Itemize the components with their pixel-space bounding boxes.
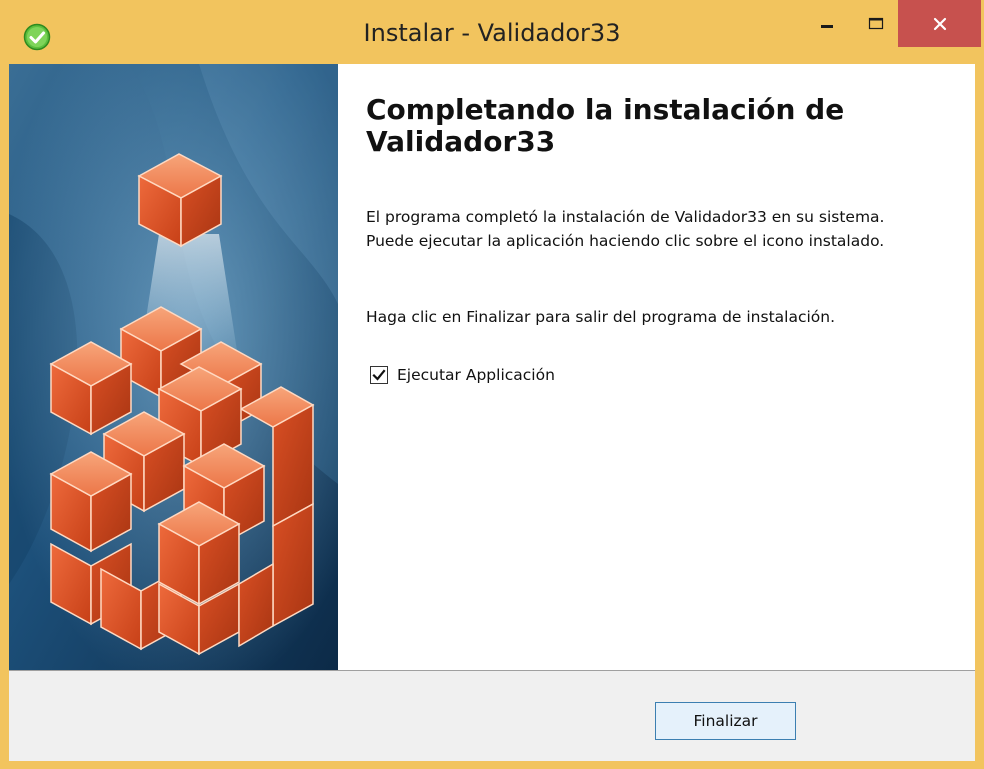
maximize-icon: [868, 17, 884, 29]
cube-banner-image: [9, 64, 338, 670]
close-icon: [933, 17, 946, 30]
page-heading: Completando la instalación de Validador3…: [366, 93, 845, 158]
checkbox-label: Ejecutar Applicación: [397, 366, 555, 384]
wizard-body: Completando la instalación de Validador3…: [9, 64, 975, 761]
finish-instruction: Haga clic en Finalizar para salir del pr…: [366, 308, 836, 326]
minimize-icon: [821, 24, 833, 28]
close-button[interactable]: [898, 0, 981, 47]
button-bar: Finalizar: [9, 671, 975, 761]
finish-button[interactable]: Finalizar: [655, 702, 796, 740]
title-bar[interactable]: Instalar - Validador33: [0, 0, 984, 72]
content-panel: Completando la instalación de Validador3…: [338, 64, 975, 670]
completion-message: El programa completó la instalación de V…: [366, 208, 885, 250]
minimize-button[interactable]: [800, 0, 854, 47]
checkmark-icon: [372, 369, 386, 381]
checkbox-box[interactable]: [370, 366, 388, 384]
installer-window: Instalar - Validador33 Completando la in…: [0, 0, 984, 769]
run-application-checkbox[interactable]: Ejecutar Applicación: [370, 366, 555, 384]
maximize-button[interactable]: [854, 0, 898, 47]
